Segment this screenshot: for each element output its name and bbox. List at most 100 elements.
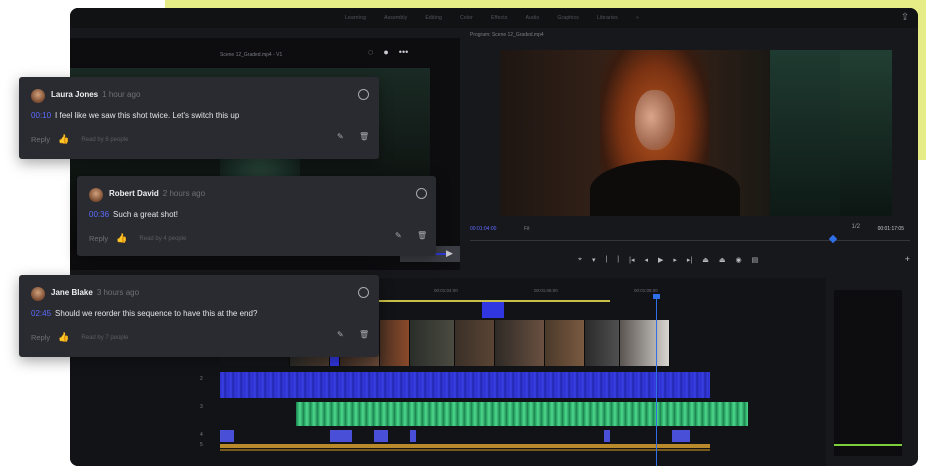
resolve-circle-icon[interactable] (358, 287, 369, 298)
video-clip[interactable] (620, 320, 670, 366)
comment-time: 3 hours ago (96, 288, 140, 297)
thumbs-up-icon[interactable]: 👍 (58, 134, 69, 145)
workspace-tab[interactable]: Color (460, 15, 473, 21)
audio-track-5[interactable] (220, 449, 710, 451)
reply-button[interactable]: Reply (31, 135, 50, 144)
current-timecode[interactable]: 00:01:04:00 (470, 226, 496, 232)
step-back-icon[interactable]: |◂ (629, 256, 634, 264)
resolve-circle-icon[interactable] (416, 188, 427, 199)
audio-clip[interactable] (672, 430, 690, 442)
comment-timestamp[interactable]: 02:45 (31, 309, 51, 318)
lift-icon[interactable]: ⏏ (702, 256, 709, 264)
audio-clip[interactable] (410, 430, 416, 442)
background-figure (840, 50, 892, 216)
read-receipt: Read by 4 people (139, 235, 187, 242)
avatar (31, 287, 45, 301)
trash-icon[interactable]: 🗑 (359, 330, 369, 339)
workspace-tab[interactable]: Learning (345, 15, 366, 21)
trash-icon[interactable]: 🗑 (417, 231, 427, 240)
video-clip[interactable] (455, 320, 495, 366)
subject-face (635, 90, 675, 150)
comment-card: Laura Jones 1 hour ago 00:10 I feel like w… (19, 77, 379, 159)
workspace-tab[interactable]: Editing (425, 15, 442, 21)
reply-button[interactable]: Reply (89, 234, 108, 243)
comment-text: I feel like we saw this shot twice. Let'… (55, 111, 240, 120)
resolve-circle-icon[interactable] (358, 89, 369, 100)
track-number: 2 (200, 376, 203, 382)
mark-in-icon[interactable]: ▾ (592, 256, 596, 264)
audio-track-2[interactable] (296, 402, 748, 426)
avatar (89, 188, 103, 202)
more-icon[interactable]: ••• (399, 47, 408, 57)
camera-icon[interactable]: ◉ (735, 256, 741, 264)
audio-meter (834, 290, 902, 456)
read-receipt: Read by 7 people (81, 334, 129, 341)
wrench-icon[interactable]: ◌ (368, 47, 373, 57)
workspace-menu-icon[interactable]: » (636, 15, 639, 21)
ruler-label: 00:01:06:00 (534, 288, 558, 293)
edit-icon[interactable]: ✎ (337, 132, 344, 141)
compare-icon[interactable]: ▤ (752, 256, 759, 264)
track-number: 4 (200, 432, 203, 438)
audio-clip[interactable] (374, 430, 388, 442)
thumbs-up-icon[interactable]: 👍 (58, 332, 69, 343)
thumbs-up-icon[interactable]: 👍 (116, 233, 127, 244)
add-button-icon[interactable]: + (905, 254, 910, 264)
source-title[interactable]: Scene 12_Graded.mp4 - V1 (220, 52, 282, 58)
program-scrub-bar[interactable] (470, 240, 910, 241)
mark-out-icon[interactable]: | (605, 256, 607, 264)
workspace-tab[interactable]: Assembly (384, 15, 407, 21)
trash-icon[interactable]: 🗑 (359, 132, 369, 141)
workspace-tab[interactable]: Graphics (557, 15, 579, 21)
comment-time: 1 hour ago (102, 90, 141, 99)
marker-icon[interactable]: ⌖ (578, 256, 582, 264)
audio-meter-level (834, 444, 902, 446)
audio-track-4[interactable] (220, 444, 710, 448)
extract-icon[interactable]: ⏏ (719, 256, 726, 264)
comment-footer: Reply 👍 Read by 6 people (31, 134, 128, 145)
workspace-tabs: Learning Assembly Editing Color Effects … (345, 8, 639, 28)
audio-track-3 (220, 430, 710, 442)
video-clip[interactable] (545, 320, 585, 366)
sequence-marker[interactable] (482, 302, 504, 318)
source-toolbar: ◌ ● ••• (368, 47, 408, 57)
step-forward-icon[interactable]: ▸ (673, 256, 677, 264)
comment-footer: Reply 👍 Read by 4 people (89, 233, 186, 244)
video-clip[interactable] (495, 320, 545, 366)
audio-clip[interactable] (220, 430, 234, 442)
go-to-out-icon[interactable]: ▸| (687, 256, 692, 264)
background-figure (770, 50, 840, 216)
ruler-label: 00:01:04:00 (434, 288, 458, 293)
audio-clip[interactable] (604, 430, 610, 442)
audio-meter-panel (826, 278, 918, 466)
rewind-icon[interactable]: ◂ (644, 256, 648, 264)
share-icon[interactable]: ⇪ (898, 11, 912, 25)
audio-clip[interactable] (330, 430, 352, 442)
go-to-in-icon[interactable]: | (617, 256, 619, 264)
edit-icon[interactable]: ✎ (337, 330, 344, 339)
subject-jacket (590, 160, 740, 216)
audio-track-1[interactable] (220, 372, 710, 398)
video-clip[interactable] (380, 320, 410, 366)
edit-icon[interactable]: ✎ (395, 231, 402, 240)
timeline-playhead[interactable] (656, 296, 657, 466)
comment-timestamp[interactable]: 00:10 (31, 111, 51, 120)
resolution-select[interactable]: 1/2 (852, 224, 860, 230)
stage: Learning Assembly Editing Color Effects … (0, 0, 926, 471)
workspace-tab[interactable]: Audio (526, 15, 540, 21)
workspace-tab[interactable]: Effects (491, 15, 508, 21)
comment-author: Laura Jones 1 hour ago (51, 90, 141, 99)
info-icon[interactable]: ● (383, 47, 388, 57)
play-icon[interactable]: ▶ (446, 248, 460, 260)
program-playhead[interactable] (828, 234, 838, 244)
program-title[interactable]: Program: Scene 12_Graded.mp4 (470, 32, 544, 38)
zoom-fit-select[interactable]: Fit (524, 226, 530, 232)
play-icon[interactable]: ▶ (658, 256, 663, 264)
track-number: 3 (200, 404, 203, 410)
workspace-tab[interactable]: Libraries (597, 15, 618, 21)
comment-text: Should we reorder this sequence to have … (55, 309, 258, 318)
comment-timestamp[interactable]: 00:36 (89, 210, 109, 219)
video-clip[interactable] (410, 320, 455, 366)
reply-button[interactable]: Reply (31, 333, 50, 342)
video-clip[interactable] (585, 320, 620, 366)
